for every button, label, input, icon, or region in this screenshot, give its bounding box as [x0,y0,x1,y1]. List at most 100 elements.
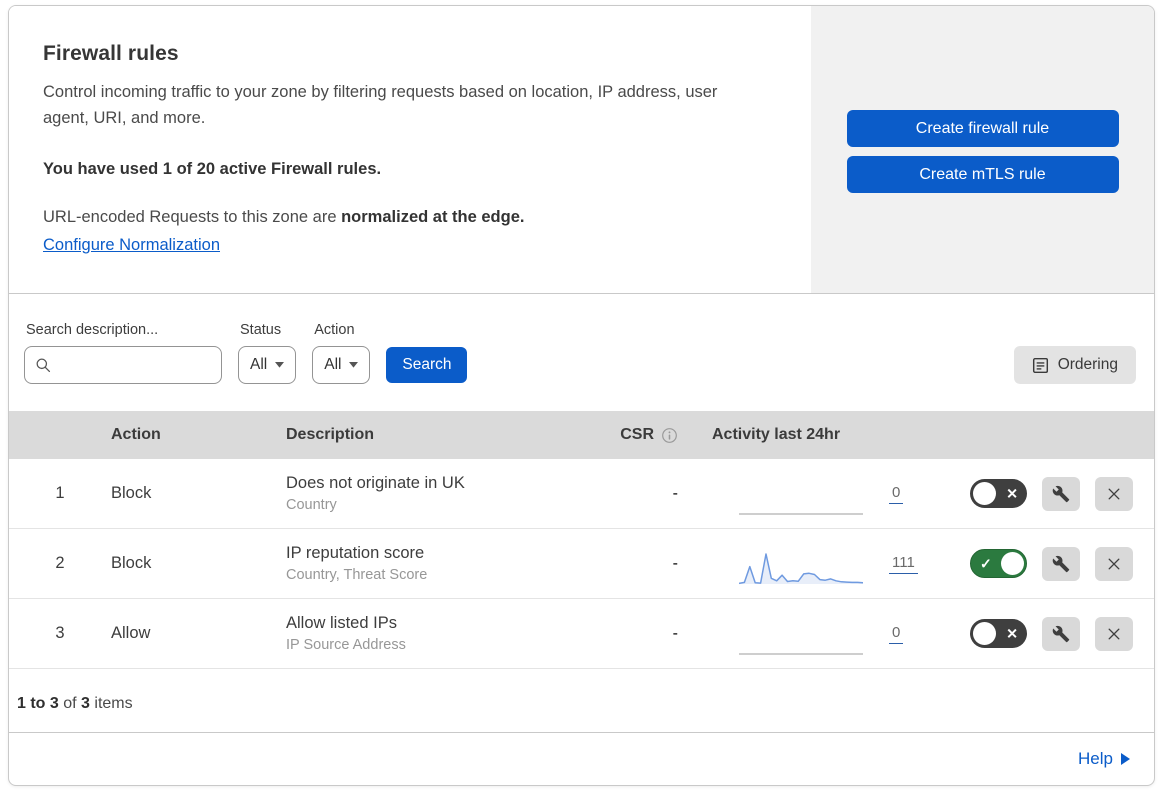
status-filter-group: Status All [238,322,297,384]
header-action: Action [111,426,161,443]
rule-enabled-toggle[interactable]: ✓ ✕ [970,479,1027,508]
ordering-button[interactable]: Ordering [1013,346,1136,384]
action-dropdown[interactable]: All [312,346,371,384]
edit-rule-button[interactable] [1042,476,1080,511]
search-icon [35,357,51,373]
info-icon[interactable] [661,427,678,444]
toggle-knob [1001,552,1024,575]
search-button[interactable]: Search [386,347,468,383]
configure-normalization-link[interactable]: Configure Normalization [43,236,220,255]
rule-priority: 1 [55,484,65,502]
wrench-icon [1052,485,1070,503]
rule-description-cell: Does not originate in UK Country [286,474,602,513]
status-dropdown[interactable]: All [238,346,297,384]
usage-notice: You have used 1 of 20 active Firewall ru… [43,160,382,179]
rule-controls: ✓ ✕ [959,546,1154,581]
rule-description: Allow listed IPs [286,614,397,632]
ordering-button-label: Ordering [1057,356,1118,373]
table-row: 1 Block Does not originate in UK Country… [9,459,1154,529]
create-firewall-rule-button[interactable]: Create firewall rule [846,110,1119,147]
rule-action: Block [111,484,152,502]
search-input[interactable] [59,356,211,374]
close-icon [1106,626,1122,642]
header-description: Description [286,426,375,443]
rule-controls: ✓ ✕ [959,476,1154,511]
chevron-down-icon [349,362,359,368]
rule-action: Block [111,554,152,572]
toggle-knob [973,622,996,645]
activity-count-link[interactable]: 0 [889,484,904,504]
search-box[interactable] [24,346,222,384]
edit-rule-button[interactable] [1042,616,1080,651]
rule-description: IP reputation score [286,544,425,562]
rule-controls: ✓ ✕ [959,616,1154,651]
activity-count-link[interactable]: 111 [889,554,918,574]
wrench-icon [1052,625,1070,643]
x-icon: ✕ [1006,625,1018,642]
table-row: 2 Block IP reputation score Country, Thr… [9,529,1154,599]
help-link[interactable]: Help [1078,749,1113,769]
rule-action: Allow [111,624,151,642]
table-row: 3 Allow Allow listed IPs IP Source Addre… [9,599,1154,669]
rule-activity-cell: 111 [682,546,959,584]
delete-rule-button[interactable] [1095,546,1133,581]
status-label: Status [240,322,282,338]
action-filter-group: Action All [312,322,371,384]
edit-rule-button[interactable] [1042,546,1080,581]
hero-section: Firewall rules Control incoming traffic … [9,6,1154,294]
normalization-bold: normalized at the edge. [341,208,525,227]
create-actions-panel: Create firewall rule Create mTLS rule [811,6,1154,293]
rule-priority: 2 [55,554,65,572]
action-dropdown-value: All [324,356,342,373]
page-description: Control incoming traffic to your zone by… [43,83,718,127]
rule-csr: - [672,484,678,502]
header-csr-label: CSR [620,426,654,443]
toggle-knob [973,482,996,505]
rule-description-cell: Allow listed IPs IP Source Address [286,614,602,653]
rule-enabled-toggle[interactable]: ✓ ✕ [970,619,1027,648]
rule-description-cell: IP reputation score Country, Threat Scor… [286,544,602,583]
items-range: 1 to 3 [17,694,59,712]
close-icon [1106,486,1122,502]
delete-rule-button[interactable] [1095,616,1133,651]
table-header: Action Description CSR Activity last 24h… [9,411,1154,459]
delete-rule-button[interactable] [1095,476,1133,511]
create-mtls-rule-button[interactable]: Create mTLS rule [846,156,1119,193]
search-label: Search description... [26,322,159,338]
header-activity: Activity last 24hr [712,426,841,443]
header-csr: CSR [602,426,682,444]
chevron-down-icon [275,362,285,368]
rule-priority: 3 [55,624,65,642]
items-of-label: of [58,694,82,712]
rule-ruleset: IP Source Address [286,637,406,653]
normalization-prefix: URL-encoded Requests to this zone are [43,208,342,227]
rule-enabled-toggle[interactable]: ✓ ✕ [970,549,1027,578]
activity-sparkline [739,550,863,586]
rule-activity-cell: 0 [682,616,959,655]
rule-csr: - [672,624,678,642]
rule-ruleset: Country, Threat Score [286,567,428,583]
rule-description: Does not originate in UK [286,474,465,492]
pagination-summary: 1 to 3 of 3 items [9,669,1154,732]
activity-sparkline [739,620,863,656]
items-label: items [89,694,133,712]
rule-activity-cell: 0 [682,476,959,515]
items-total: 3 [81,694,90,712]
activity-count-link[interactable]: 0 [889,624,904,644]
rule-ruleset: Country [286,497,337,513]
status-dropdown-value: All [250,356,268,373]
firewall-rules-card: Firewall rules Control incoming traffic … [8,5,1155,786]
activity-sparkline [739,480,863,516]
ordering-list-icon [1032,357,1049,374]
filter-toolbar: Search description... Status All Action … [9,294,1154,411]
close-icon [1106,556,1122,572]
hero-text-block: Firewall rules Control incoming traffic … [9,6,811,293]
check-icon: ✓ [980,555,992,572]
normalization-text: URL-encoded Requests to this zone are no… [43,208,777,227]
x-icon: ✕ [1006,485,1018,502]
action-label: Action [314,322,355,338]
arrow-right-icon [1121,753,1130,765]
rule-csr: - [672,554,678,572]
wrench-icon [1052,555,1070,573]
page-title: Firewall rules [43,42,179,65]
